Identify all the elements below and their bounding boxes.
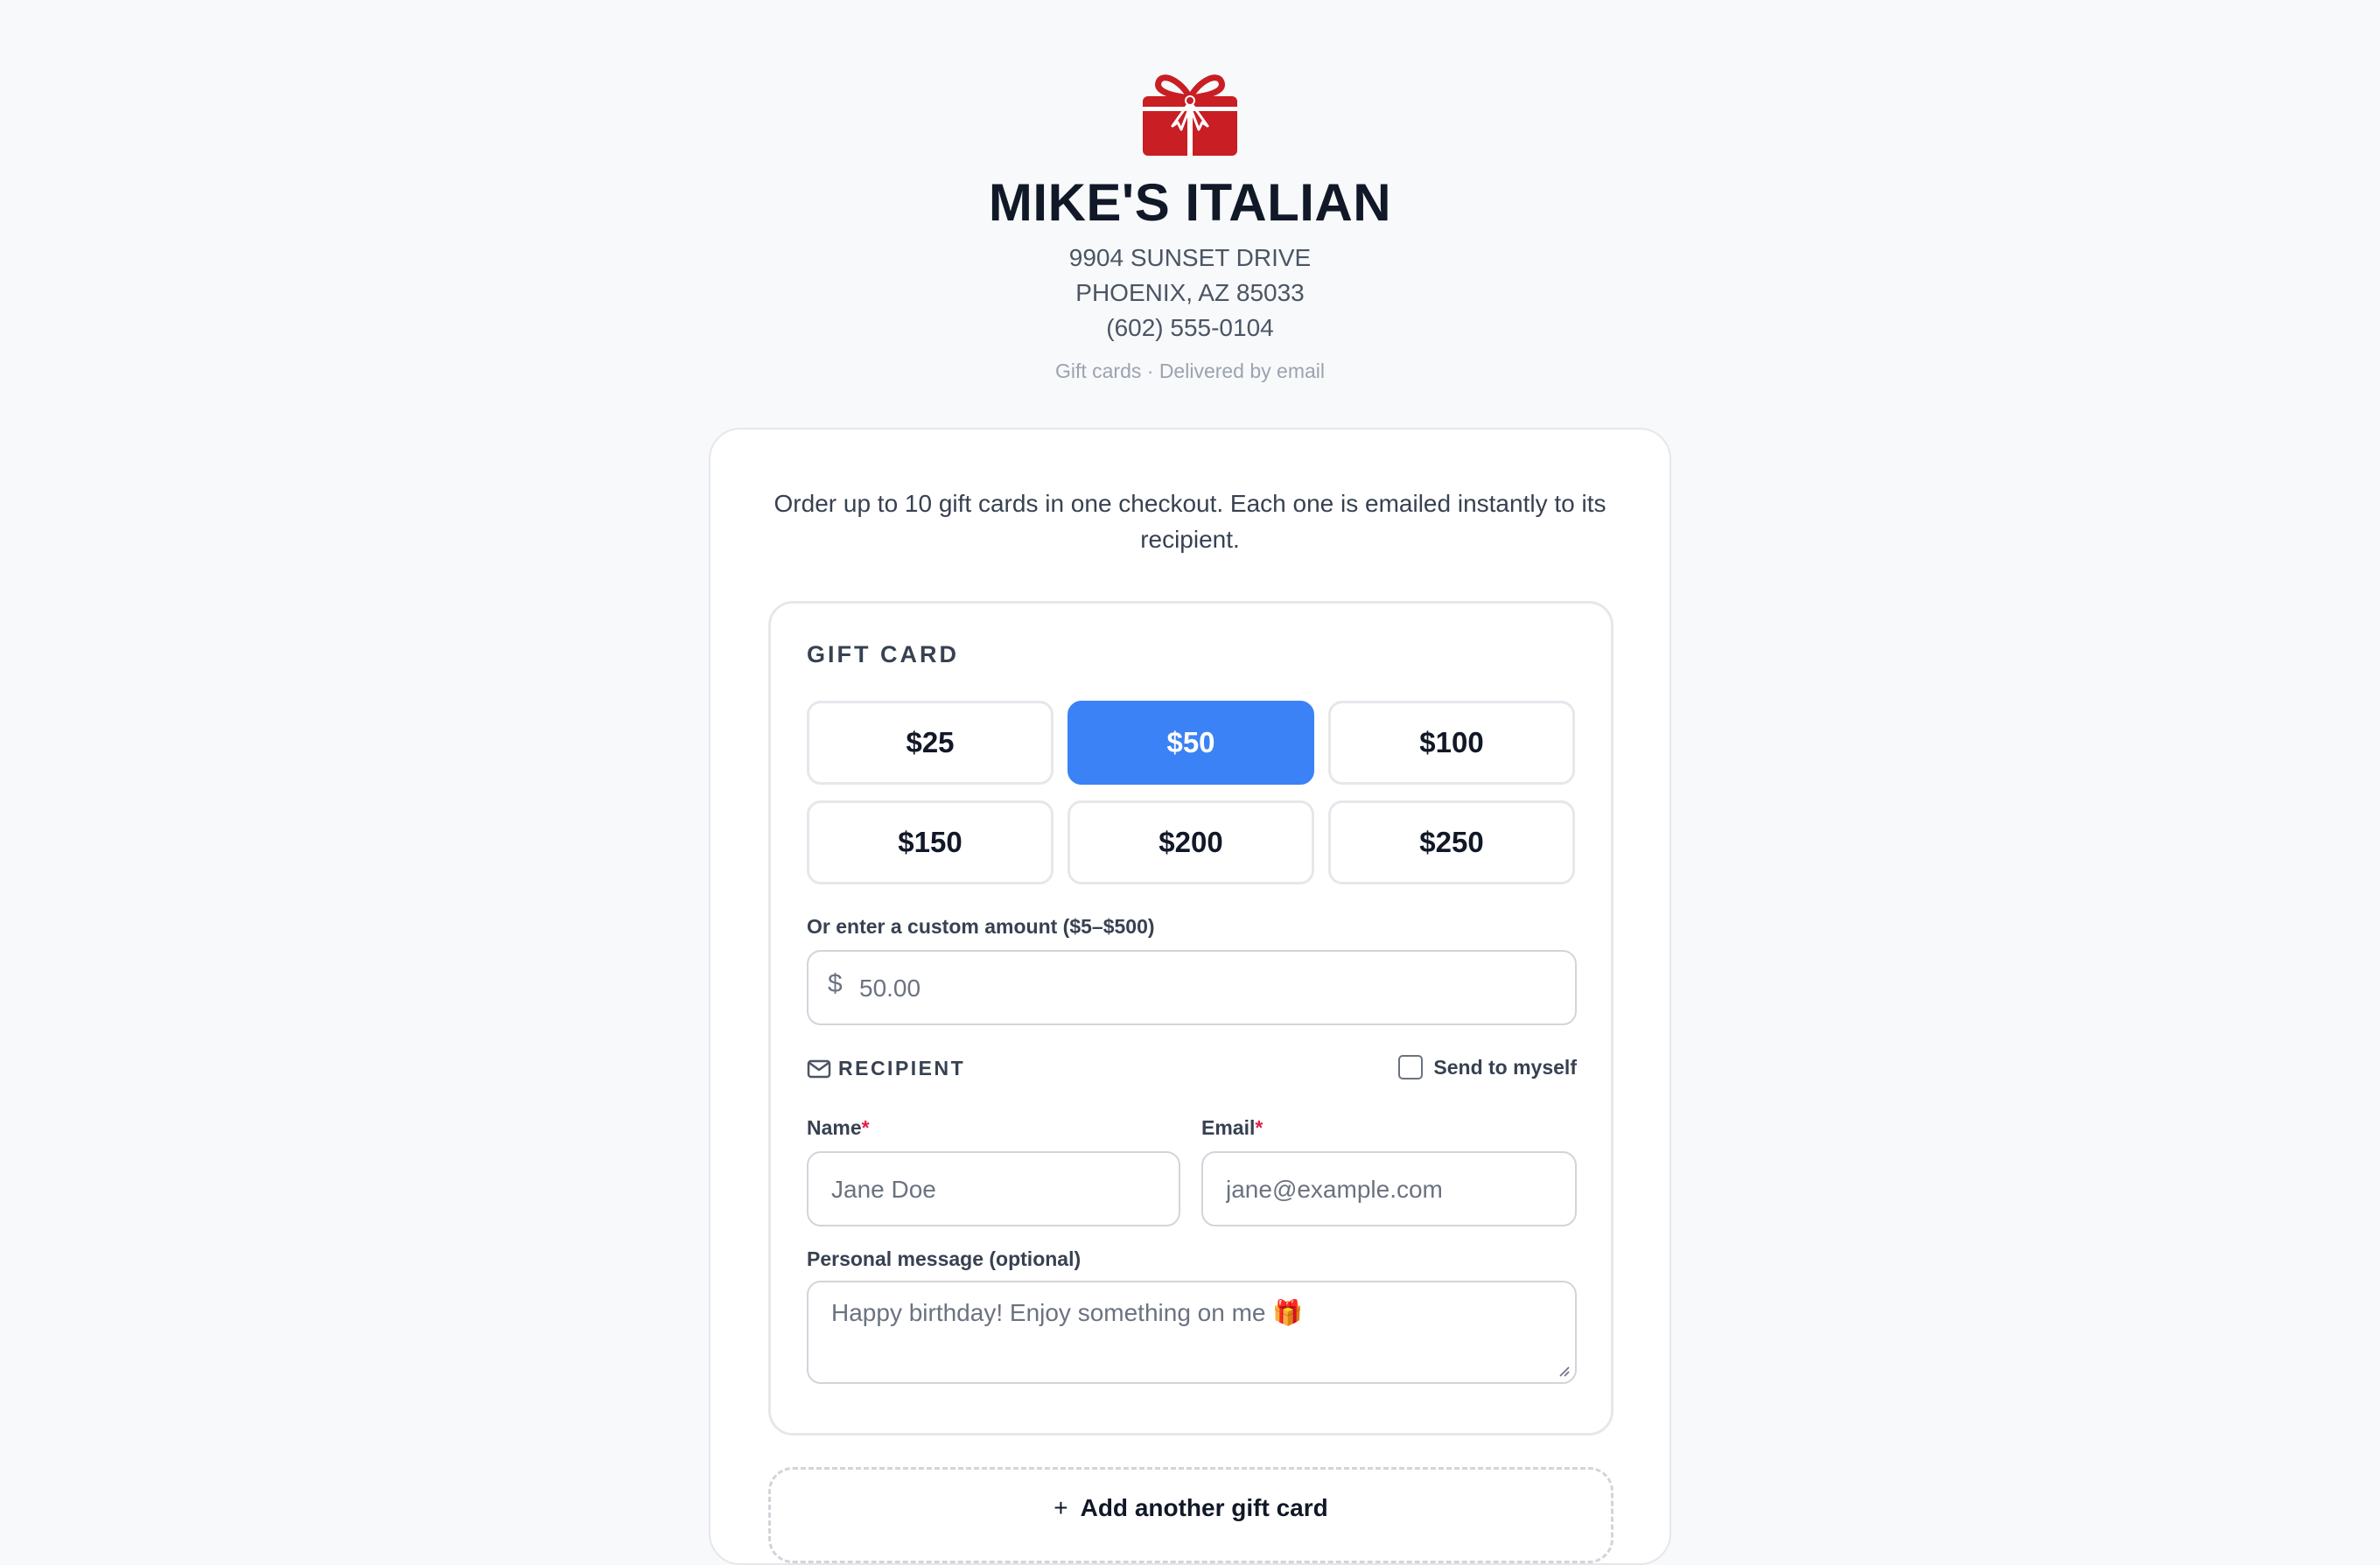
custom-amount-label: Or enter a custom amount ($5–$500) (807, 915, 1155, 938)
amount-button-250[interactable]: $250 (1328, 800, 1575, 884)
required-marker: * (861, 1116, 870, 1139)
gift-card-title: GIFT CARD (807, 641, 959, 667)
required-marker: * (1255, 1116, 1264, 1139)
intro-text: Order up to 10 gift cards in one checkou… (774, 490, 1606, 553)
amount-button-200[interactable]: $200 (1068, 800, 1314, 884)
message-label: Personal message (optional) (807, 1247, 1082, 1270)
name-label: Name* (807, 1116, 870, 1140)
email-label-text: Email (1201, 1116, 1256, 1139)
message-field[interactable] (807, 1281, 1577, 1384)
send-to-myself-label[interactable]: Send to myself (1433, 1056, 1577, 1079)
send-to-myself-checkbox[interactable] (1398, 1055, 1424, 1079)
tagline: Gift cards · Delivered by email (1054, 360, 1326, 382)
amount-button-50[interactable]: $50 (1068, 701, 1314, 785)
email-input[interactable] (1224, 1153, 1560, 1226)
plus-icon: + (1054, 1494, 1068, 1521)
recipient-title: RECIPIENT (807, 1057, 965, 1080)
name-label-text: Name (807, 1116, 862, 1139)
restaurant-name: MIKE'S ITALIAN (988, 173, 1392, 232)
email-field[interactable] (1201, 1151, 1577, 1226)
add-another-gift-card-button[interactable]: + Add another gift card (768, 1467, 1614, 1563)
address-line-2: PHOENIX, AZ 85033 (1075, 279, 1305, 306)
message-input[interactable] (830, 1296, 1550, 1375)
gift-icon (1143, 74, 1237, 156)
amount-button-25[interactable]: $25 (807, 701, 1054, 785)
gift-card-order-form: Order up to 10 gift cards in one checkou… (709, 428, 1671, 1565)
email-label: Email* (1201, 1116, 1263, 1140)
add-another-label: Add another gift card (1080, 1494, 1328, 1521)
phone-number: (602) 555-0104 (1106, 314, 1274, 341)
amount-button-150[interactable]: $150 (807, 800, 1054, 884)
custom-amount-input[interactable] (858, 952, 1561, 1025)
mail-icon (807, 1059, 831, 1078)
send-to-myself[interactable]: Send to myself (1398, 1055, 1577, 1079)
amount-button-100[interactable]: $100 (1328, 701, 1575, 785)
custom-amount-field[interactable]: $ (807, 950, 1577, 1025)
recipient-title-label: RECIPIENT (838, 1057, 966, 1079)
gift-card-block: GIFT CARD $25 $50 $100 $150 $200 $250 Or… (768, 601, 1614, 1436)
name-input[interactable] (830, 1153, 1166, 1226)
address-line-1: 9904 SUNSET DRIVE (1068, 244, 1312, 271)
currency-symbol: $ (828, 969, 843, 998)
resize-handle-icon[interactable] (1558, 1365, 1570, 1377)
name-field[interactable] (807, 1151, 1180, 1226)
